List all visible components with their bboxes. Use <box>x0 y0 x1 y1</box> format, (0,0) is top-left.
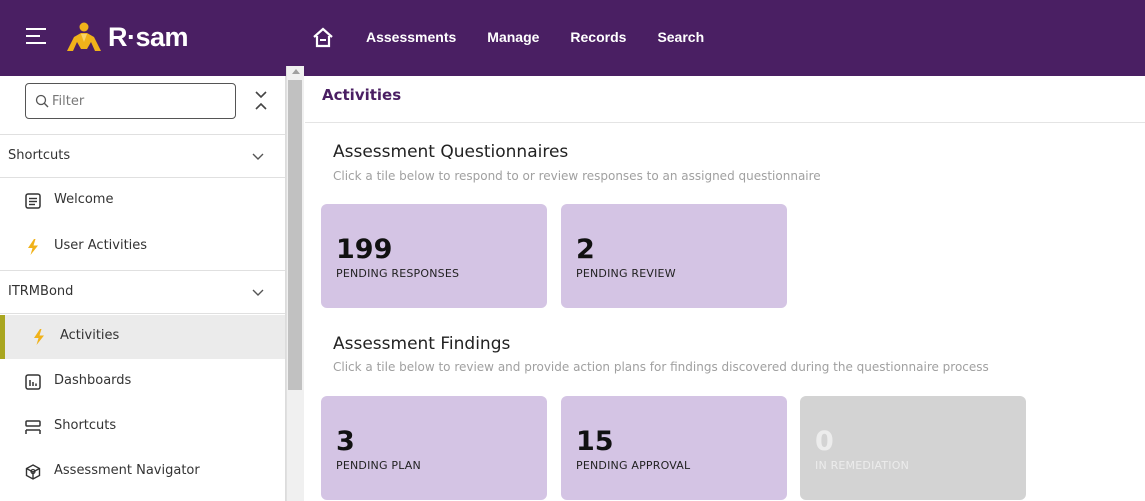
sidebar-item-user-activities[interactable]: User Activities <box>0 225 285 269</box>
sidebar: Shortcuts Welcome User Activities ITRMBo… <box>0 76 286 501</box>
tile-pending-plan[interactable]: 3 PENDING PLAN <box>321 396 547 500</box>
navigator-icon <box>25 464 41 480</box>
tile-count: 15 <box>576 426 614 457</box>
tile-label: PENDING RESPONSES <box>336 267 460 280</box>
tile-pending-responses[interactable]: 199 PENDING RESPONSES <box>321 204 547 308</box>
tile-label: PENDING APPROVAL <box>576 459 691 472</box>
sidebar-item-label: User Activities <box>54 238 148 253</box>
tile-label: PENDING REVIEW <box>576 267 676 280</box>
top-navigation-bar: R·sam Assessments Manage Records Search <box>0 0 1145 76</box>
rsam-logo-icon <box>67 22 101 51</box>
tile-pending-review[interactable]: 2 PENDING REVIEW <box>561 204 787 308</box>
brand-name: R·sam <box>108 21 189 52</box>
filter-input[interactable] <box>52 90 227 112</box>
dashboard-icon <box>25 374 41 390</box>
nav-assessments[interactable]: Assessments <box>366 27 456 47</box>
scroll-thumb[interactable] <box>288 80 302 390</box>
shortcuts-icon <box>25 420 41 434</box>
sidebar-section-label: Shortcuts <box>8 148 71 163</box>
tile-count: 0 <box>815 426 834 457</box>
sidebar-section-label: ITRMBond <box>8 284 74 299</box>
filter-box <box>25 83 236 119</box>
questionnaires-section-subtitle: Click a tile below to respond to or revi… <box>333 169 821 183</box>
nav-manage[interactable]: Manage <box>487 27 539 47</box>
sidebar-scrollbar[interactable] <box>286 66 304 501</box>
scroll-up-arrow-icon[interactable] <box>292 69 300 74</box>
sidebar-item-label: Shortcuts <box>54 418 117 433</box>
sidebar-item-assessment-navigator[interactable]: Assessment Navigator <box>0 450 285 494</box>
sidebar-item-shortcuts[interactable]: Shortcuts <box>0 405 285 449</box>
search-icon <box>35 94 49 108</box>
tile-label: PENDING PLAN <box>336 459 421 472</box>
rsam-logo[interactable]: R·sam <box>64 21 189 52</box>
sidebar-item-activities[interactable]: Activities <box>0 315 285 359</box>
page-title: Activities <box>322 86 402 104</box>
collapse-all-icon[interactable] <box>254 88 268 114</box>
tile-label: IN REMEDIATION <box>815 459 910 472</box>
hamburger-menu-icon[interactable] <box>26 28 46 45</box>
findings-section-subtitle: Click a tile below to review and provide… <box>333 360 989 374</box>
lightning-icon <box>28 239 38 255</box>
sidebar-item-welcome[interactable]: Welcome <box>0 179 285 223</box>
sidebar-section-shortcuts[interactable]: Shortcuts <box>0 134 285 178</box>
findings-section-title: Assessment Findings <box>333 334 511 354</box>
tile-in-remediation: 0 IN REMEDIATION <box>800 396 1026 500</box>
sidebar-section-itrmbond[interactable]: ITRMBond <box>0 270 285 314</box>
sidebar-item-label: Dashboards <box>54 373 132 388</box>
home-icon[interactable] <box>312 26 334 48</box>
chevron-down-icon <box>252 153 264 160</box>
chevron-down-icon <box>252 289 264 296</box>
tile-count: 2 <box>576 234 595 265</box>
document-list-icon <box>25 193 41 209</box>
tile-count: 3 <box>336 426 355 457</box>
sidebar-item-label: Welcome <box>54 192 114 207</box>
questionnaires-section-title: Assessment Questionnaires <box>333 142 569 162</box>
tile-pending-approval[interactable]: 15 PENDING APPROVAL <box>561 396 787 500</box>
lightning-icon <box>34 329 44 345</box>
nav-records[interactable]: Records <box>570 27 626 47</box>
title-divider <box>305 122 1145 123</box>
main-nav: Assessments Manage Records Search <box>366 27 735 47</box>
tile-count: 199 <box>336 234 393 265</box>
sidebar-item-label: Activities <box>60 328 120 343</box>
sidebar-item-label: Assessment Navigator <box>54 463 200 478</box>
nav-search[interactable]: Search <box>657 27 704 47</box>
sidebar-item-dashboards[interactable]: Dashboards <box>0 360 285 404</box>
